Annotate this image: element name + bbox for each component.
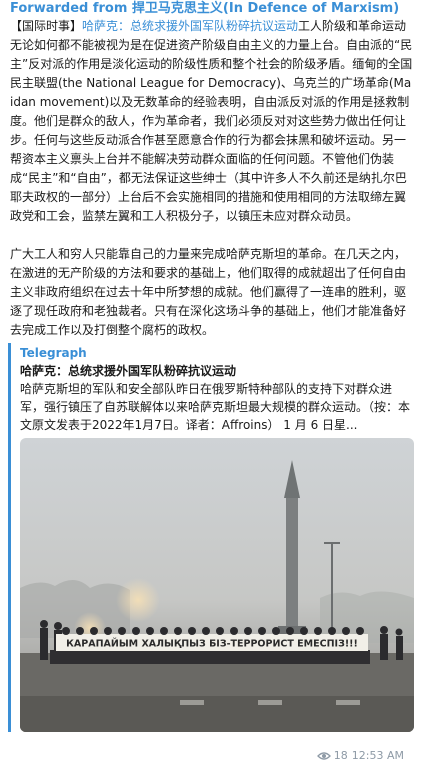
protest-banner-text: КАРАПАЙЫМ ХАЛЫҚПЫЗ БІЗ-ТЕРРОРИСТ ЕМЕСПІЗ… xyxy=(66,638,358,650)
message-headline-link[interactable]: 哈萨克：总统求援外国军队粉碎抗议运动 xyxy=(82,19,298,33)
forward-prefix: Forwarded from xyxy=(10,1,132,16)
message-time: 12:53 AM xyxy=(351,749,404,762)
message-paragraph-1: 【国际时事】哈萨克：总统求援外国军队粉碎抗议运动工人阶级和革命运动无论如何都不能… xyxy=(10,17,414,226)
message-meta: 18 12:53 AM xyxy=(316,749,408,763)
link-preview[interactable]: Telegraph 哈萨克：总统求援外国军队粉碎抗议运动 哈萨克斯坦的军队和安全… xyxy=(8,343,414,732)
view-count: 18 xyxy=(333,749,348,762)
message-tag: 【国际时事】 xyxy=(10,19,83,33)
message-paragraph-2: 广大工人和穷人只能靠自己的力量来完成哈萨克斯坦的革命。在几天之内，在激进的无产阶… xyxy=(10,247,407,337)
protest-photo: КАРАПАЙЫМ ХАЛЫҚПЫЗ БІЗ-ТЕРРОРИСТ ЕМЕСПІЗ… xyxy=(20,438,414,732)
preview-photo[interactable]: КАРАПАЙЫМ ХАЛЫҚПЫЗ БІЗ-ТЕРРОРИСТ ЕМЕСПІЗ… xyxy=(20,438,414,732)
preview-title: 哈萨克：总统求援外国军队粉碎抗议运动 xyxy=(20,364,237,378)
message-bubble: Forwarded from 捍卫马克思主义(In Defence of Mar… xyxy=(0,0,422,768)
message-body-1: 工人阶级和革命运动无论如何都不能被视为是在促进资产阶级自由主义的力量上台。自由派… xyxy=(10,19,413,223)
preview-site-name: Telegraph xyxy=(20,346,87,360)
forwarded-header[interactable]: Forwarded from 捍卫马克思主义(In Defence of Mar… xyxy=(8,0,414,17)
forward-channel-name[interactable]: 捍卫马克思主义(In Defence of Marxism) xyxy=(132,1,399,16)
eye-icon xyxy=(316,752,331,760)
preview-description: 哈萨克斯坦的军队和安全部队昨日在俄罗斯特种部队的支持下对群众进军，强行镇压了自苏… xyxy=(20,382,411,432)
message-text: 【国际时事】哈萨克：总统求援外国军队粉碎抗议运动工人阶级和革命运动无论如何都不能… xyxy=(8,17,414,340)
